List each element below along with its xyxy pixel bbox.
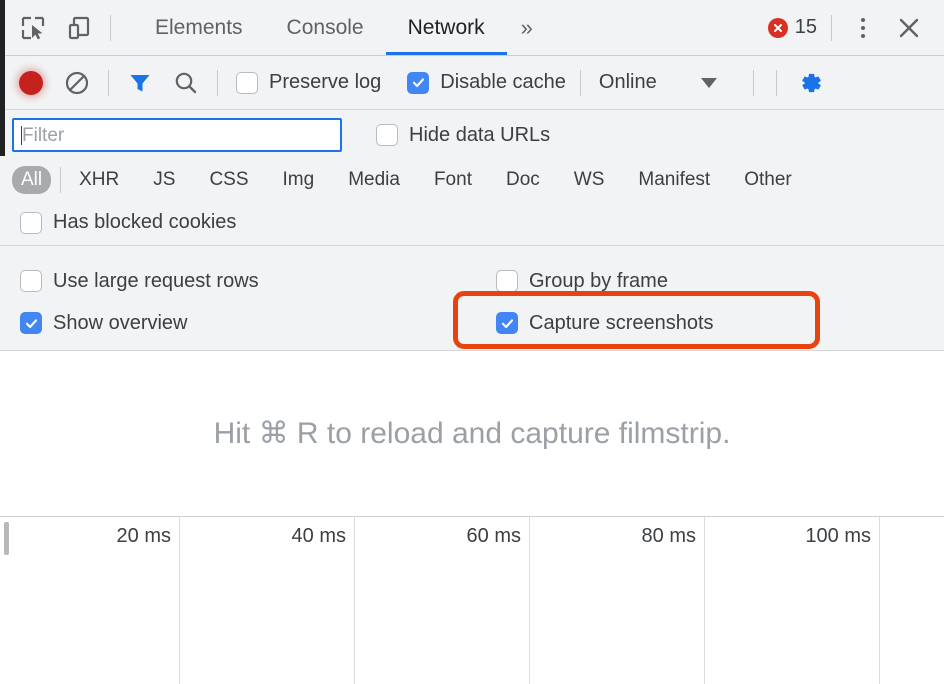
filmstrip-hint-message: Hit ⌘ R to reload and capture filmstrip. <box>214 416 731 451</box>
toolbar-divider-4 <box>753 70 754 96</box>
error-count-label: 15 <box>795 16 817 39</box>
tabstrip-right-group: 15 <box>762 0 944 55</box>
search-input-placeholder: Filter <box>22 126 64 145</box>
use-large-request-rows-checkbox-box <box>20 270 42 292</box>
settings-col-right-bottom: Capture screenshots <box>496 312 714 335</box>
disable-cache-checkbox[interactable]: Disable cache <box>407 71 566 94</box>
devtools-tabstrip: Elements Console Network » 15 <box>0 0 944 56</box>
filter-type-img[interactable]: Img <box>274 166 324 194</box>
settings-row-top: Use large request rows Group by frame <box>20 260 944 302</box>
throttle-value-label: Online <box>599 71 657 94</box>
filter-type-other[interactable]: Other <box>735 166 801 194</box>
timeline-cell: 80 ms <box>530 517 705 684</box>
preserve-log-checkbox-box <box>236 72 258 94</box>
filter-type-font[interactable]: Font <box>425 166 481 194</box>
filter-funnel-icon[interactable] <box>117 60 163 106</box>
filter-type-media[interactable]: Media <box>339 166 409 194</box>
left-edge-rail <box>0 0 5 156</box>
timeline-tick-label: 20 ms <box>117 525 171 548</box>
preserve-log-checkbox[interactable]: Preserve log <box>236 71 381 94</box>
hide-data-urls-checkbox-box <box>376 124 398 146</box>
device-toolbar-icon[interactable] <box>56 5 102 51</box>
network-toolbar: Preserve log Disable cache Online <box>0 56 944 110</box>
tab-elements[interactable]: Elements <box>133 0 265 55</box>
filter-type-css[interactable]: CSS <box>200 166 257 194</box>
disable-cache-checkbox-box <box>407 72 429 94</box>
search-input[interactable]: Filter <box>12 118 342 152</box>
throttle-dropdown[interactable]: Online <box>595 71 717 94</box>
search-icon[interactable] <box>163 60 209 106</box>
error-count-badge[interactable]: 15 <box>762 16 823 39</box>
show-overview-label: Show overview <box>53 312 188 335</box>
timeline-cell: 100 ms <box>705 517 880 684</box>
use-large-request-rows-checkbox[interactable]: Use large request rows <box>20 270 496 293</box>
use-large-request-rows-label: Use large request rows <box>53 270 259 293</box>
tab-network[interactable]: Network <box>386 0 507 55</box>
preserve-log-label: Preserve log <box>269 71 381 94</box>
hide-data-urls-checkbox[interactable]: Hide data URLs <box>376 124 550 147</box>
close-icon[interactable] <box>886 5 932 51</box>
timeline-tick-label: 80 ms <box>642 525 696 548</box>
filter-bar: Filter Hide data URLs <box>0 110 944 160</box>
toolbar-divider-3 <box>580 70 581 96</box>
network-timeline-ruler[interactable]: 20 ms 40 ms 60 ms 80 ms 100 ms <box>0 517 944 684</box>
tab-network-label: Network <box>408 16 485 40</box>
timeline-cell: 60 ms <box>355 517 530 684</box>
chevron-down-icon <box>701 78 717 88</box>
settings-row-bottom: Show overview Capture screenshots <box>20 302 944 344</box>
group-by-frame-checkbox-box <box>496 270 518 292</box>
timeline-tick-label: 60 ms <box>467 525 521 548</box>
hide-data-urls-label: Hide data URLs <box>409 124 550 147</box>
capture-screenshots-checkbox[interactable]: Capture screenshots <box>496 312 714 335</box>
clear-icon[interactable] <box>54 60 100 106</box>
type-filter-divider <box>60 167 61 193</box>
disable-cache-label: Disable cache <box>440 71 566 94</box>
has-blocked-cookies-checkbox[interactable]: Has blocked cookies <box>20 211 236 234</box>
settings-col-right-top: Group by frame <box>496 270 668 293</box>
record-button-icon[interactable] <box>8 60 54 106</box>
filter-type-manifest[interactable]: Manifest <box>629 166 719 194</box>
show-overview-checkbox-box <box>20 312 42 334</box>
filmstrip-panel: Hit ⌘ R to reload and capture filmstrip. <box>0 351 944 517</box>
tab-console-label: Console <box>287 16 364 40</box>
inspect-element-icon[interactable] <box>10 5 56 51</box>
group-by-frame-checkbox[interactable]: Group by frame <box>496 270 668 293</box>
tabstrip-divider <box>110 15 111 41</box>
error-circle-icon <box>768 18 788 38</box>
gear-icon[interactable] <box>787 60 833 106</box>
blocked-cookies-bar: Has blocked cookies <box>0 200 944 246</box>
timeline-tick-label: 100 ms <box>805 525 871 548</box>
panel-tabs: Elements Console Network » <box>133 0 547 55</box>
filter-type-ws[interactable]: WS <box>565 166 614 194</box>
settings-col-left-bottom: Show overview <box>20 312 496 335</box>
settings-col-left-top: Use large request rows <box>20 270 496 293</box>
toolbar-divider-1 <box>108 70 109 96</box>
network-settings-pane: Use large request rows Group by frame <box>0 246 944 351</box>
devtools-window: Elements Console Network » 15 <box>0 0 944 684</box>
capture-screenshots-checkbox-box <box>496 312 518 334</box>
filter-type-all[interactable]: All <box>12 166 51 194</box>
filter-type-xhr[interactable]: XHR <box>70 166 128 194</box>
timeline-cell: 40 ms <box>180 517 355 684</box>
group-by-frame-label: Group by frame <box>529 270 668 293</box>
resource-type-list: XHR JS CSS Img Media Font Doc WS Manifes… <box>70 166 801 194</box>
capture-screenshots-label: Capture screenshots <box>529 312 714 335</box>
more-tabs-label: » <box>521 15 533 41</box>
has-blocked-cookies-label: Has blocked cookies <box>53 211 236 234</box>
has-blocked-cookies-checkbox-box <box>20 212 42 234</box>
tab-elements-label: Elements <box>155 16 243 40</box>
more-tabs-icon[interactable]: » <box>507 0 547 55</box>
show-overview-checkbox[interactable]: Show overview <box>20 312 496 335</box>
kebab-menu-icon[interactable] <box>840 5 886 51</box>
toolbar-divider-2 <box>217 70 218 96</box>
timeline-cell: 20 ms <box>0 517 180 684</box>
filter-type-js[interactable]: JS <box>144 166 184 194</box>
timeline-tick-label: 40 ms <box>292 525 346 548</box>
tab-console[interactable]: Console <box>265 0 386 55</box>
right-group-divider <box>831 15 832 41</box>
filter-type-doc[interactable]: Doc <box>497 166 549 194</box>
resource-type-filters: All XHR JS CSS Img Media Font Doc WS Man… <box>0 160 944 200</box>
toolbar-divider-5 <box>776 70 777 96</box>
